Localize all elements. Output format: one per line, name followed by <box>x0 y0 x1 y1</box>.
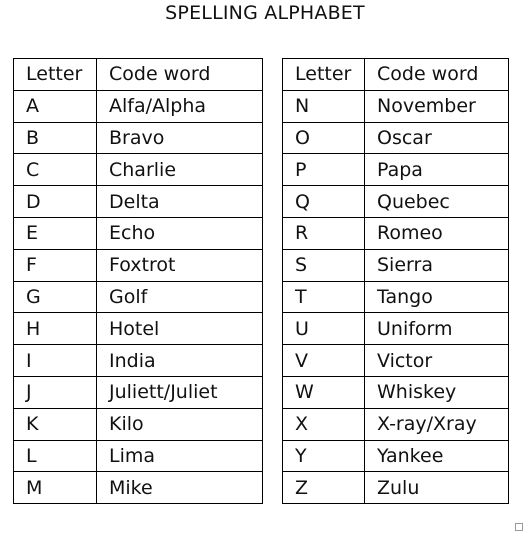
table-header-row: Letter Code word <box>282 58 509 91</box>
letter-cell: U <box>282 312 365 346</box>
letter-cell: A <box>13 89 97 123</box>
letter-cell: X <box>282 407 365 441</box>
code-word-cell: Zulu <box>364 471 509 505</box>
table-row: A Alfa/Alpha <box>13 89 263 123</box>
table-row: X X-ray/Xray <box>282 407 509 441</box>
table-row: T Tango <box>282 280 509 314</box>
code-word-cell: Echo <box>96 216 263 250</box>
table-resize-handle[interactable] <box>515 523 523 531</box>
table-row: R Romeo <box>282 216 509 250</box>
header-letter: Letter <box>282 58 365 91</box>
code-word-cell: Whiskey <box>364 375 509 409</box>
table-row: S Sierra <box>282 248 509 282</box>
code-word-cell: Golf <box>96 280 263 314</box>
table-row: I India <box>13 344 263 377</box>
letter-cell: C <box>13 153 97 187</box>
letter-cell: E <box>13 216 97 250</box>
table-row: P Papa <box>282 153 509 187</box>
code-word-cell: India <box>96 344 263 377</box>
code-word-cell: Alfa/Alpha <box>96 89 263 123</box>
table-row: K Kilo <box>13 407 263 441</box>
letter-cell: G <box>13 280 97 314</box>
table-row: W Whiskey <box>282 375 509 409</box>
letter-cell: V <box>282 344 365 377</box>
letter-cell: S <box>282 248 365 282</box>
code-word-cell: Yankee <box>364 439 509 473</box>
code-word-cell: Kilo <box>96 407 263 441</box>
table-header-row: Letter Code word <box>13 58 263 91</box>
code-word-cell: Sierra <box>364 248 509 282</box>
letter-cell: L <box>13 439 97 473</box>
table-row: Q Quebec <box>282 185 509 218</box>
letter-cell: F <box>13 248 97 282</box>
table-row: H Hotel <box>13 312 263 346</box>
code-word-cell: Victor <box>364 344 509 377</box>
letter-cell: K <box>13 407 97 441</box>
letter-cell: O <box>282 121 365 155</box>
code-word-cell: Uniform <box>364 312 509 346</box>
code-word-cell: Juliett/Juliet <box>96 375 263 409</box>
table-row: L Lima <box>13 439 263 473</box>
letter-cell: T <box>282 280 365 314</box>
table-row: N November <box>282 89 509 123</box>
table-row: D Delta <box>13 185 263 218</box>
letter-cell: B <box>13 121 97 155</box>
code-word-cell: Delta <box>96 185 263 218</box>
table-row: Z Zulu <box>282 471 509 505</box>
letter-cell: I <box>13 344 97 377</box>
table-row: O Oscar <box>282 121 509 155</box>
code-word-cell: Bravo <box>96 121 263 155</box>
table-row: V Victor <box>282 344 509 377</box>
letter-cell: M <box>13 471 97 505</box>
letter-cell: H <box>13 312 97 346</box>
table-row: F Foxtrot <box>13 248 263 282</box>
code-word-cell: X-ray/Xray <box>364 407 509 441</box>
letter-cell: Q <box>282 185 365 218</box>
code-word-cell: Papa <box>364 153 509 187</box>
code-word-cell: Quebec <box>364 185 509 218</box>
letter-cell: Z <box>282 471 365 505</box>
letter-cell: W <box>282 375 365 409</box>
code-word-cell: Tango <box>364 280 509 314</box>
spelling-table-a-m: Letter Code word A Alfa/Alpha B Bravo C Charlie… <box>13 58 263 505</box>
table-row: Y Yankee <box>282 439 509 473</box>
letter-cell: R <box>282 216 365 250</box>
table-row: U Uniform <box>282 312 509 346</box>
code-word-cell: Hotel <box>96 312 263 346</box>
letter-cell: D <box>13 185 97 218</box>
table-row: M Mike <box>13 471 263 505</box>
header-letter: Letter <box>13 58 97 91</box>
code-word-cell: Mike <box>96 471 263 505</box>
table-row: J Juliett/Juliet <box>13 375 263 409</box>
letter-cell: J <box>13 375 97 409</box>
header-code-word: Code word <box>364 58 509 91</box>
code-word-cell: Charlie <box>96 153 263 187</box>
spelling-table-n-z: Letter Code word N November O Oscar P Papa Q Queb… <box>282 58 509 505</box>
table-row: E Echo <box>13 216 263 250</box>
letter-cell: Y <box>282 439 365 473</box>
code-word-cell: Foxtrot <box>96 248 263 282</box>
letter-cell: P <box>282 153 365 187</box>
table-row: C Charlie <box>13 153 263 187</box>
document-title: SPELLING ALPHABET <box>165 2 365 24</box>
code-word-cell: Lima <box>96 439 263 473</box>
table-row: G Golf <box>13 280 263 314</box>
code-word-cell: November <box>364 89 509 123</box>
code-word-cell: Oscar <box>364 121 509 155</box>
header-code-word: Code word <box>96 58 263 91</box>
code-word-cell: Romeo <box>364 216 509 250</box>
table-row: B Bravo <box>13 121 263 155</box>
letter-cell: N <box>282 89 365 123</box>
